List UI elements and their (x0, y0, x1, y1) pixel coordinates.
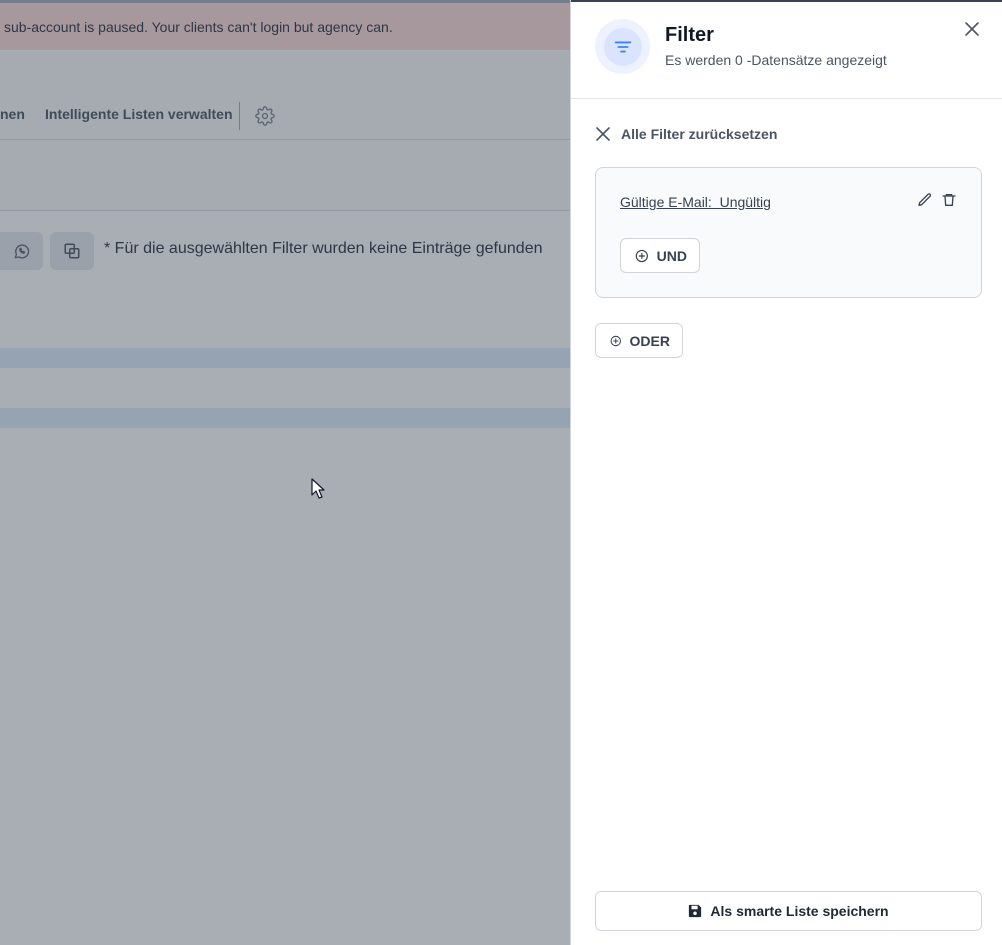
add-or-label: ODER (629, 332, 670, 349)
reset-all-filters-button[interactable]: Alle Filter zurücksetzen (595, 124, 777, 144)
close-icon (965, 22, 979, 36)
drawer-title: Filter (665, 24, 714, 46)
record-count-text: Es werden 0 -Datensätze angezeigt (665, 52, 887, 68)
drawer-header: Filter Es werden 0 -Datensätze angezeigt (571, 0, 1002, 99)
save-icon (689, 904, 702, 918)
plus-circle-icon (610, 335, 621, 346)
delete-condition-button[interactable] (940, 191, 958, 209)
filter-drawer: Filter Es werden 0 -Datensätze angezeigt… (570, 0, 1002, 945)
save-smart-list-button[interactable]: Als smarte Liste speichern (595, 891, 982, 931)
save-smart-list-label: Als smarte Liste speichern (710, 903, 889, 919)
reset-all-filters-label: Alle Filter zurücksetzen (621, 126, 778, 142)
pencil-icon (918, 193, 932, 206)
trash-icon (942, 194, 956, 206)
add-and-condition-button[interactable]: UND (620, 238, 700, 273)
edit-condition-button[interactable] (916, 191, 934, 209)
filter-icon (614, 41, 631, 52)
filter-group: Gültige E-Mail: Ungültig UND (595, 167, 982, 298)
close-icon (596, 127, 610, 141)
filter-badge (595, 19, 650, 74)
add-or-group-button[interactable]: ODER (595, 323, 683, 358)
plus-circle-icon (635, 249, 648, 262)
filter-condition-link[interactable]: Gültige E-Mail: Ungültig (620, 194, 771, 210)
add-and-label: UND (656, 247, 687, 264)
close-button[interactable] (963, 20, 981, 38)
mouse-cursor-icon (311, 478, 325, 499)
